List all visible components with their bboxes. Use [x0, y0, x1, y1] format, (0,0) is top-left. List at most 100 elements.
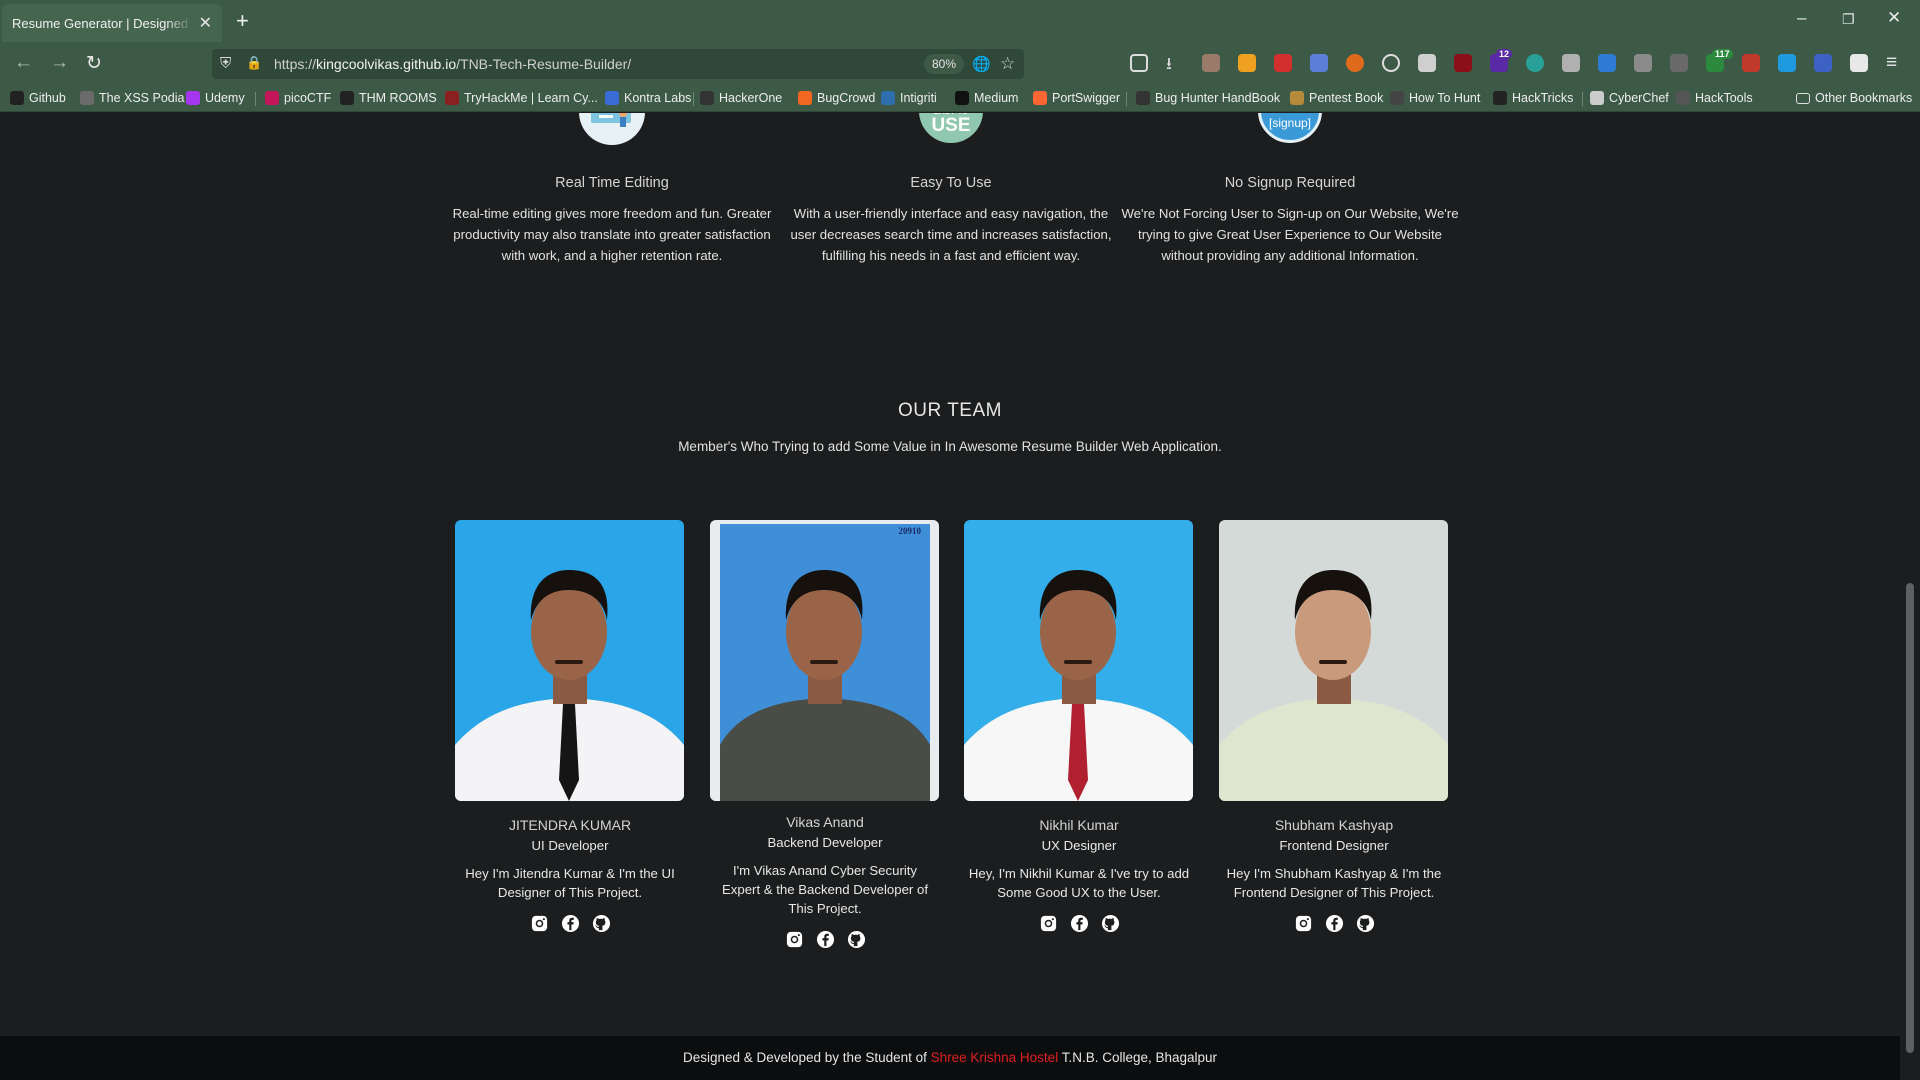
- minimize-icon[interactable]: –: [1797, 8, 1806, 28]
- feature-title: Real Time Editing: [555, 175, 669, 191]
- close-window-icon[interactable]: ✕: [1887, 8, 1901, 28]
- feature-description: We're Not Forcing User to Sign-up on Our…: [1121, 206, 1459, 263]
- address-bar[interactable]: ⛨ 🔒 https://kingcoolvikas.github.io/TNB-…: [212, 49, 1024, 79]
- facebook-icon[interactable]: [1325, 914, 1344, 933]
- bookmark-label: CyberChef: [1609, 91, 1669, 105]
- extension-icon-2[interactable]: [1238, 54, 1256, 72]
- scrollbar-thumb[interactable]: [1906, 583, 1914, 1053]
- extension-icon-14[interactable]: 117: [1706, 49, 1733, 72]
- feature-description: With a user-friendly interface and easy …: [790, 206, 1112, 263]
- team-member-name: JITENDRA KUMAR: [508, 817, 632, 833]
- team-member-role: UI Developer: [531, 838, 609, 853]
- footer-hostel-link[interactable]: Shree Krishna Hostel: [931, 1050, 1059, 1065]
- team-member-info: Vikas Anand Backend Developer I'm Vikas An…: [710, 814, 940, 949]
- bookmark-the-xss-podia[interactable]: The XSS Podia: [80, 89, 184, 107]
- extension-icon-7[interactable]: [1418, 54, 1436, 72]
- bookmark-tryhackme-learn-cy[interactable]: TryHackMe | Learn Cy...: [445, 89, 598, 107]
- extension-icon-5[interactable]: [1346, 54, 1364, 72]
- github-icon[interactable]: [592, 914, 611, 933]
- medium-icon: [955, 91, 969, 105]
- facebook-icon[interactable]: [1070, 914, 1089, 933]
- extension-icon-13[interactable]: [1670, 54, 1688, 72]
- social-links: [1219, 914, 1449, 933]
- back-icon[interactable]: ←: [14, 52, 33, 74]
- bookmark-bug-hunter-handbook[interactable]: Bug Hunter HandBook: [1136, 89, 1280, 107]
- bookmark-other-bookmarks[interactable]: Other Bookmarks: [1796, 89, 1912, 107]
- team-member-card: 20910 Vikas Anand Backend Developer I'm Vik…: [710, 520, 940, 949]
- bookmark-portswigger[interactable]: PortSwigger: [1033, 89, 1120, 107]
- new-tab-button[interactable]: +: [236, 8, 249, 34]
- instagram-icon[interactable]: [1294, 914, 1313, 933]
- chef-icon: [1590, 91, 1604, 105]
- instagram-icon[interactable]: [530, 914, 549, 933]
- extension-icon-11[interactable]: [1598, 54, 1616, 72]
- extension-icon-4[interactable]: [1310, 54, 1328, 72]
- extension-icon-17[interactable]: [1814, 54, 1832, 72]
- download-icon[interactable]: ⭳: [1166, 51, 1184, 73]
- bookmark-udemy[interactable]: Udemy: [186, 89, 245, 107]
- pico-icon: [265, 91, 279, 105]
- easy-to-use-icon: EASY TO USE: [919, 113, 983, 143]
- facebook-icon[interactable]: [816, 930, 835, 949]
- bookmark-kontra-labs[interactable]: Kontra Labs: [605, 89, 691, 107]
- bookmark-hacktricks[interactable]: HackTricks: [1493, 89, 1573, 107]
- extension-icon-9[interactable]: [1526, 54, 1544, 72]
- bookmark-intigriti[interactable]: Intigriti: [881, 89, 937, 107]
- github-icon[interactable]: [1101, 914, 1120, 933]
- forward-icon[interactable]: →: [50, 52, 69, 74]
- instagram-icon[interactable]: [785, 930, 804, 949]
- bookmark-how-to-hunt[interactable]: How To Hunt: [1390, 89, 1480, 107]
- reload-icon[interactable]: ↻: [86, 52, 102, 75]
- shield-icon[interactable]: ⛨: [220, 55, 231, 72]
- pocket-icon[interactable]: [1130, 54, 1148, 72]
- team-member-photo: [964, 520, 1193, 801]
- team-member-name: Shubham Kashyap: [1274, 817, 1394, 833]
- bookmark-github[interactable]: Github: [10, 89, 66, 107]
- feature-description: Real-time editing gives more freedom and…: [452, 206, 772, 263]
- restore-icon[interactable]: ❐: [1842, 11, 1855, 28]
- team-member-name: Vikas Anand: [786, 814, 864, 830]
- bookmark-label: HackerOne: [719, 91, 783, 105]
- extension-icon-10[interactable]: [1562, 54, 1580, 72]
- extension-icon-1[interactable]: [1202, 54, 1220, 72]
- bookmark-label: Github: [29, 91, 66, 105]
- bookmark-cyberchef[interactable]: CyberChef: [1590, 89, 1669, 107]
- ublock-icon[interactable]: [1454, 54, 1472, 72]
- extension-icon-6[interactable]: [1382, 54, 1400, 72]
- bookmark-label: TryHackMe | Learn Cy...: [464, 91, 598, 105]
- bookmark-star-icon[interactable]: ☆: [1000, 54, 1015, 74]
- extension-icon-8[interactable]: 12: [1490, 49, 1513, 72]
- bookmark-picoctf[interactable]: picoCTF: [265, 89, 331, 107]
- active-tab[interactable]: Resume Generator | Designed by the Stude…: [2, 4, 222, 42]
- extension-icon-18[interactable]: [1850, 54, 1868, 72]
- zoom-level[interactable]: 80%: [924, 54, 965, 74]
- extension-icon-3[interactable]: [1274, 54, 1292, 72]
- extension-icon-12[interactable]: [1634, 54, 1652, 72]
- team-member-info: Shubham Kashyap Frontend Designer Hey I'm …: [1219, 817, 1449, 933]
- bookmark-bugcrowd[interactable]: BugCrowd: [798, 89, 875, 107]
- bookmark-label: Bug Hunter HandBook: [1155, 91, 1281, 105]
- kontra-icon: [605, 91, 619, 105]
- extension-icon-15[interactable]: [1742, 54, 1760, 72]
- bookmark-pentest-book[interactable]: Pentest Book: [1290, 89, 1383, 107]
- bookmark-thm-rooms[interactable]: THM ROOMS: [340, 89, 437, 107]
- signup-icon-text: [signup]: [1268, 116, 1312, 130]
- url-text[interactable]: https://kingcoolvikas.github.io/TNB-Tech…: [274, 56, 631, 72]
- bookmark-label: PortSwigger: [1052, 91, 1121, 105]
- bookmarks-bar: Github The XSS Podia Udemy picoCTF THM ROOMS…: [0, 84, 1920, 112]
- tab-close-icon[interactable]: ✕: [199, 13, 212, 33]
- github-icon[interactable]: [847, 930, 866, 949]
- bookmark-hacktools[interactable]: HackTools: [1676, 89, 1753, 107]
- tab-count-badge: 117: [1712, 49, 1733, 59]
- lock-icon[interactable]: 🔒: [246, 55, 262, 71]
- facebook-icon[interactable]: [561, 914, 580, 933]
- menu-icon[interactable]: ≡: [1886, 52, 1897, 74]
- vertical-scrollbar[interactable]: [1900, 113, 1920, 1080]
- github-icon[interactable]: [1356, 914, 1375, 933]
- instagram-icon[interactable]: [1039, 914, 1058, 933]
- extension-icon-16[interactable]: [1778, 54, 1796, 72]
- translate-icon[interactable]: 🌐: [972, 55, 991, 73]
- bookmark-hackerone[interactable]: HackerOne: [700, 89, 782, 107]
- feature-title: Easy To Use: [910, 175, 992, 191]
- bookmark-medium[interactable]: Medium: [955, 89, 1018, 107]
